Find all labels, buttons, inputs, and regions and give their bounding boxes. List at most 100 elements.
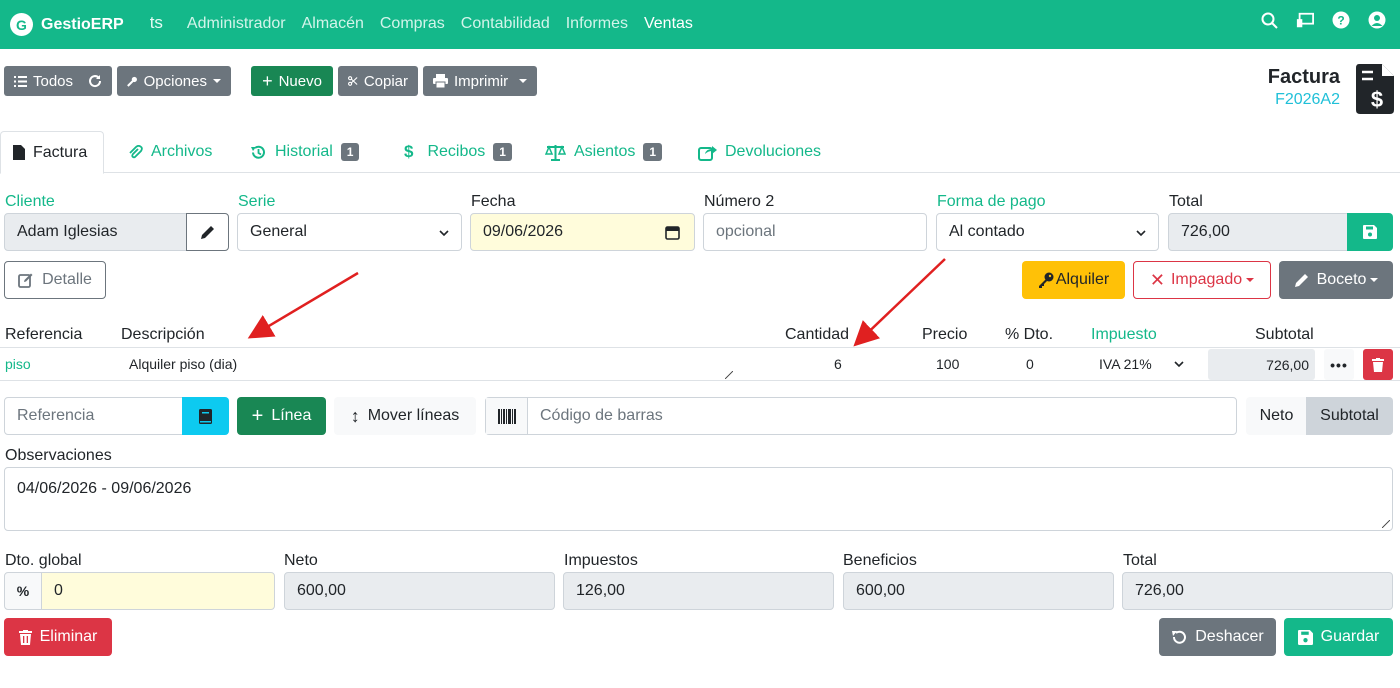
edit-cliente-button[interactable] [186, 213, 229, 251]
nav-contabilidad[interactable]: Contabilidad [461, 15, 550, 35]
chevron-down-icon[interactable] [1174, 359, 1184, 369]
resize-handle-icon[interactable] [1382, 520, 1390, 528]
invoice-dollar-icon: $ [1356, 64, 1394, 114]
observaciones-label: Observaciones [5, 447, 112, 464]
copiar-button[interactable]: Copiar [338, 66, 418, 96]
edit-icon [18, 273, 33, 288]
guardar-button[interactable]: Guardar [1284, 618, 1393, 656]
forma-pago-value: Al contado [949, 223, 1025, 240]
tab-archivos[interactable]: Archivos [128, 131, 212, 173]
numero2-label: Número 2 [704, 193, 775, 210]
calendar-icon[interactable] [665, 225, 680, 240]
file-icon [13, 145, 25, 160]
fecha-value: 09/06/2026 [483, 223, 564, 240]
serie-label[interactable]: Serie [238, 193, 275, 211]
col-impuesto[interactable]: Impuesto [1091, 326, 1157, 344]
product-catalog-button[interactable] [182, 397, 229, 435]
book-icon [199, 408, 212, 424]
neto-toggle-button[interactable]: Neto [1246, 397, 1307, 435]
nav-almacen[interactable]: Almacén [302, 15, 364, 35]
nuevo-button[interactable]: + Nuevo [251, 66, 333, 96]
cliente-label[interactable]: Cliente [5, 193, 55, 211]
add-referencia-input[interactable]: Referencia [4, 397, 184, 435]
row-subtotal: 726,00 [1266, 357, 1309, 373]
add-referencia-placeholder: Referencia [17, 407, 95, 424]
fecha-input[interactable]: 09/06/2026 [470, 213, 695, 251]
row-descripcion[interactable]: Alquiler piso (dia) [129, 356, 237, 372]
count-badge: 1 [643, 143, 663, 161]
todos-button[interactable]: Todos [4, 66, 112, 96]
save-total-button[interactable] [1347, 213, 1393, 251]
beneficios-value: 600,00 [856, 582, 905, 599]
brand-logo[interactable]: G GestioERP [10, 13, 124, 36]
imprimir-button[interactable]: Imprimir [423, 66, 537, 96]
percent-icon: % [4, 572, 42, 610]
plus-icon: + [262, 71, 273, 91]
pencil-icon [1294, 273, 1308, 287]
tab-historial[interactable]: Historial 1 [250, 131, 360, 173]
nav-user[interactable]: ts [150, 13, 163, 33]
numero2-input[interactable]: opcional [703, 213, 927, 251]
dto-global-input[interactable]: 0 [41, 572, 275, 610]
row-dto[interactable]: 0 [1026, 356, 1034, 372]
user-icon[interactable] [1368, 10, 1386, 30]
deshacer-button[interactable]: Deshacer [1159, 618, 1276, 656]
deshacer-label: Deshacer [1195, 628, 1264, 645]
row-impuesto[interactable]: IVA 21% [1099, 356, 1152, 372]
scissors-icon [348, 76, 358, 86]
cliente-field[interactable]: Adam Iglesias [4, 213, 188, 251]
cliente-value: Adam Iglesias [17, 223, 118, 240]
eliminar-button[interactable]: Eliminar [4, 618, 112, 656]
tab-factura[interactable]: Factura [0, 131, 105, 174]
tab-label: Asientos [574, 143, 636, 160]
subtotal-toggle-button[interactable]: Subtotal [1306, 397, 1393, 435]
caret-down-icon [1370, 278, 1379, 282]
total-summary-value: 726,00 [1135, 582, 1184, 599]
alquiler-button[interactable]: Alquiler [1022, 261, 1125, 299]
opciones-button[interactable]: Opciones [117, 66, 231, 96]
toolbar: Todos Opciones + Nuevo Copiar Imprimir [4, 66, 537, 96]
row-more-button[interactable]: ••• [1324, 349, 1354, 380]
impagado-label: Impagado [1170, 271, 1243, 288]
tab-devoluciones[interactable]: Devoluciones [698, 131, 821, 173]
beneficios-field: 600,00 [843, 572, 1114, 610]
help-icon[interactable]: ? [1332, 10, 1350, 30]
dto-global-value: 0 [54, 582, 63, 599]
add-linea-button[interactable]: + Línea [237, 397, 326, 435]
resize-handle-icon[interactable] [725, 371, 733, 379]
chevron-down-icon [1136, 230, 1146, 237]
svg-text:$: $ [1371, 87, 1383, 112]
row-referencia-link[interactable]: piso [5, 356, 31, 372]
forma-pago-select[interactable]: Al contado [936, 213, 1159, 251]
row-precio[interactable]: 100 [936, 356, 959, 372]
document-code[interactable]: F2026A2 [1268, 91, 1340, 109]
row-cantidad[interactable]: 6 [834, 356, 842, 372]
copiar-label: Copiar [363, 72, 408, 90]
refresh-icon[interactable] [88, 74, 102, 88]
nav-compras[interactable]: Compras [380, 15, 445, 35]
nuevo-label: Nuevo [278, 72, 322, 90]
serie-select[interactable]: General [237, 213, 462, 251]
impagado-button[interactable]: ✕ Impagado [1133, 261, 1271, 299]
tab-asientos[interactable]: Asientos 1 [545, 131, 663, 173]
caret-down-icon[interactable] [519, 79, 527, 83]
nav-administrador[interactable]: Administrador [187, 15, 286, 35]
nav-ventas[interactable]: Ventas [644, 15, 693, 35]
nav-informes[interactable]: Informes [566, 15, 628, 35]
remote-support-icon[interactable] [1296, 10, 1314, 30]
observaciones-textarea[interactable]: 04/06/2026 - 09/06/2026 [4, 467, 1393, 531]
search-icon[interactable] [1260, 10, 1278, 30]
tab-recibos[interactable]: $ Recibos 1 [404, 131, 512, 173]
detalle-button[interactable]: Detalle [4, 261, 106, 299]
undo-icon [1172, 630, 1187, 644]
neto-value: 600,00 [297, 582, 346, 599]
row-delete-button[interactable] [1363, 349, 1393, 380]
boceto-button[interactable]: Boceto [1279, 261, 1393, 299]
mover-lineas-button[interactable]: ↕ Mover líneas [334, 397, 476, 435]
forma-pago-label[interactable]: Forma de pago [937, 193, 1046, 211]
col-precio: Precio [922, 326, 968, 343]
document-tabs: Factura Archivos Historial 1 $ Recibos 1… [0, 131, 1400, 174]
impuestos-label: Impuestos [564, 552, 638, 569]
barcode-input[interactable]: Código de barras [485, 397, 1237, 435]
observaciones-value: 04/06/2026 - 09/06/2026 [17, 480, 192, 497]
